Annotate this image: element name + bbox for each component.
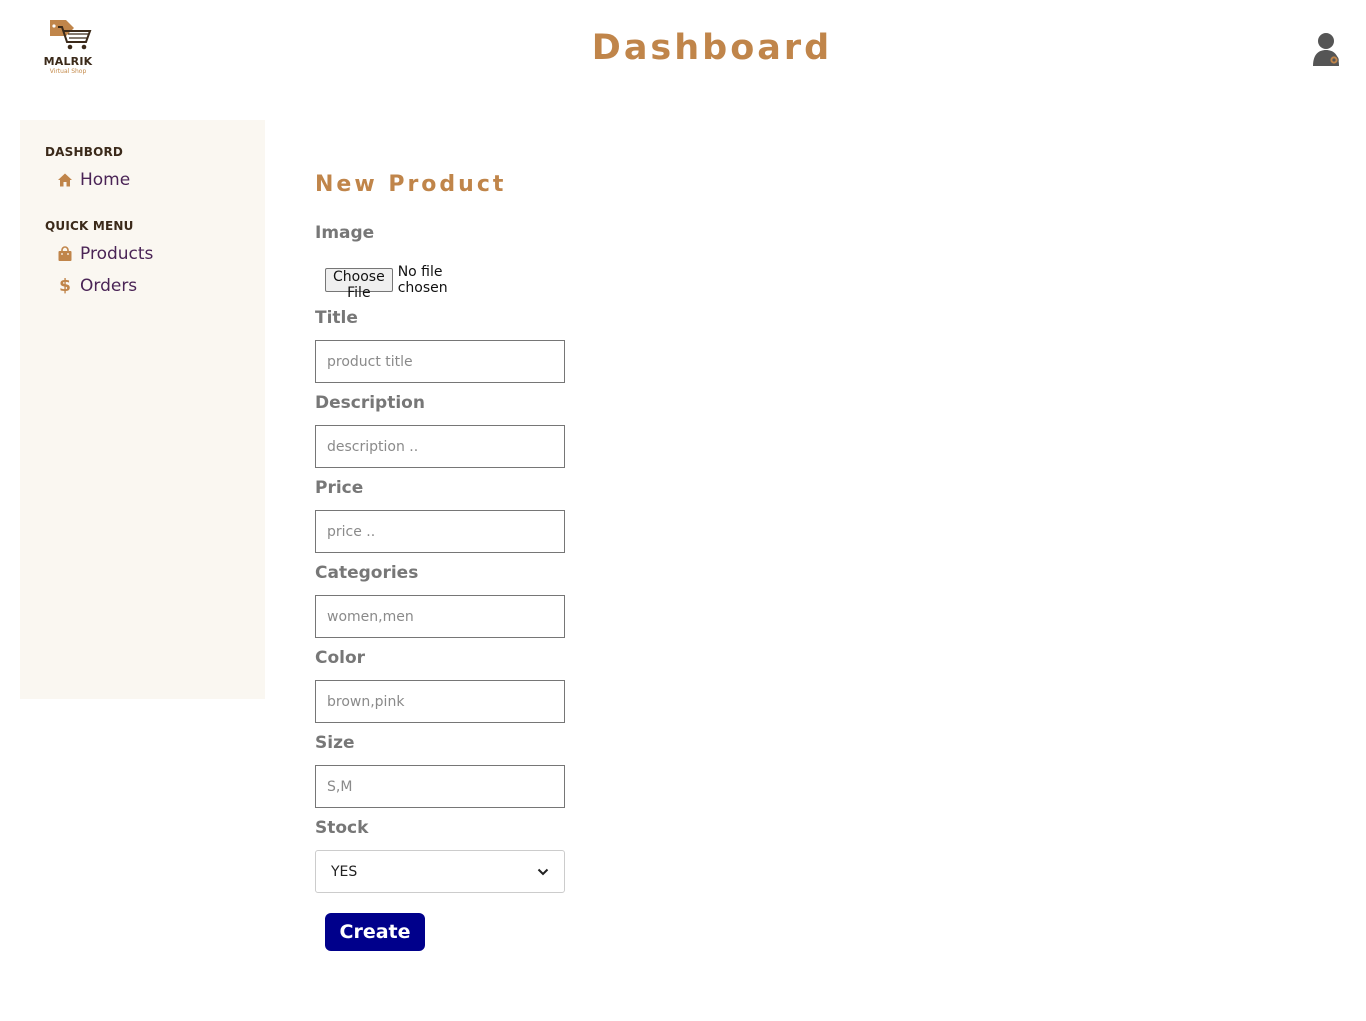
- form-title: New Product: [315, 172, 507, 197]
- price-input[interactable]: [315, 510, 565, 553]
- image-file-input[interactable]: Choose File No file chosen: [325, 264, 448, 301]
- choose-file-button[interactable]: Choose File: [325, 268, 393, 301]
- title-label: Title: [315, 308, 358, 328]
- sidebar-item-label: Orders: [80, 276, 138, 296]
- home-icon: [56, 171, 74, 189]
- file-status: No file chosen: [397, 264, 448, 296]
- logo-tagline: Virtual Shop: [49, 68, 87, 75]
- title-input[interactable]: [315, 340, 565, 383]
- sidebar: DASHBORD Home QUICK MENU Products $ Orde…: [20, 120, 265, 699]
- shopping-bag-icon: [56, 245, 74, 263]
- sidebar-item-label: Home: [80, 170, 131, 190]
- dollar-icon: $: [59, 276, 71, 296]
- sidebar-section-quick-menu: QUICK MENU: [45, 219, 134, 233]
- size-label: Size: [315, 733, 355, 753]
- sidebar-item-products[interactable]: Products: [56, 244, 153, 264]
- sidebar-item-home[interactable]: Home: [56, 170, 130, 190]
- sidebar-item-label: Products: [80, 244, 154, 264]
- user-avatar[interactable]: [1310, 32, 1344, 68]
- categories-label: Categories: [315, 563, 419, 583]
- size-input[interactable]: [315, 765, 565, 808]
- stock-selected-value: YES: [331, 863, 358, 880]
- price-label: Price: [315, 478, 364, 498]
- description-input[interactable]: [315, 425, 565, 468]
- sidebar-item-orders[interactable]: $ Orders: [56, 276, 137, 296]
- user-icon: [1313, 33, 1339, 66]
- create-button[interactable]: Create: [325, 913, 425, 951]
- image-label: Image: [315, 223, 375, 243]
- categories-input[interactable]: [315, 595, 565, 638]
- stock-label: Stock: [315, 818, 369, 838]
- color-input[interactable]: [315, 680, 565, 723]
- sidebar-section-dashbord: DASHBORD: [45, 145, 124, 159]
- color-label: Color: [315, 648, 366, 668]
- stock-select[interactable]: YES: [315, 850, 565, 893]
- page-title: Dashboard: [591, 28, 833, 68]
- chevron-down-icon: [537, 864, 549, 880]
- header: MALRIK Virtual Shop Dashboard: [0, 0, 1366, 100]
- description-label: Description: [315, 393, 425, 413]
